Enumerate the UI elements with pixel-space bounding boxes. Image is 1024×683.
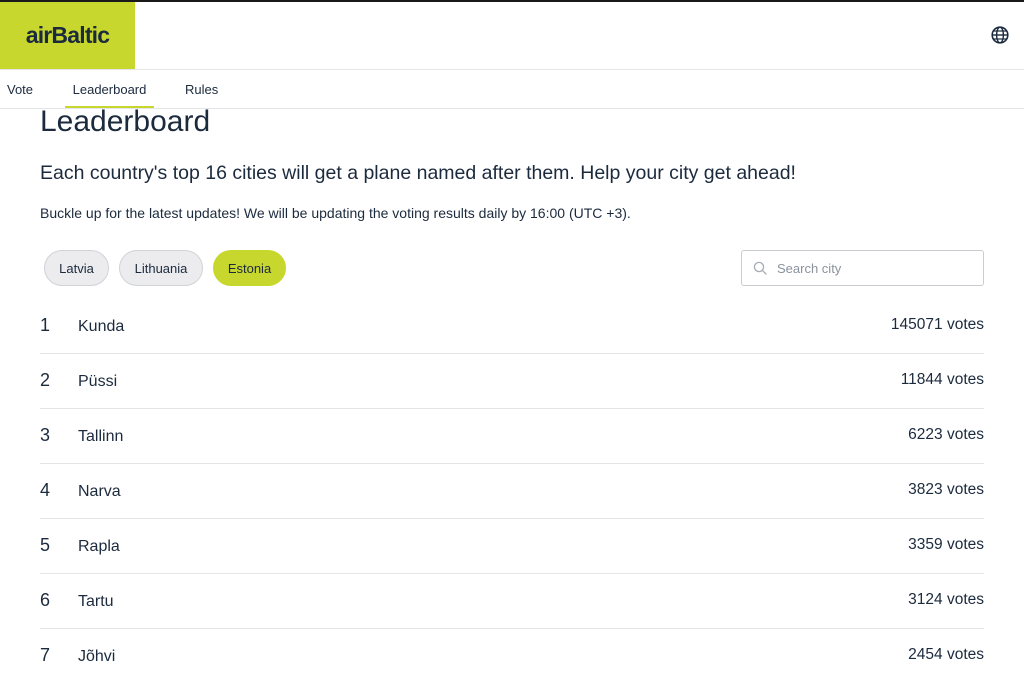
tab-vote[interactable]: Vote xyxy=(7,70,33,108)
rank-number: 3 xyxy=(40,425,51,445)
leaderboard-row: 3 Tallinn 6223 votes xyxy=(40,409,984,464)
rank-number: 5 xyxy=(40,535,51,555)
country-chip-estonia[interactable]: Estonia xyxy=(213,250,286,286)
tab-rules[interactable]: Rules xyxy=(185,70,218,108)
search-box[interactable] xyxy=(741,250,984,286)
leaderboard-row: 6 Tartu 3124 votes xyxy=(40,574,984,629)
vote-count: 2454 votes xyxy=(908,646,984,663)
rank-number: 7 xyxy=(40,645,51,665)
leaderboard-row: 7 Jõhvi 2454 votes xyxy=(40,629,984,683)
site-header: airBaltic xyxy=(0,2,1024,70)
city-name: Tallinn xyxy=(78,428,124,445)
rank-number: 1 xyxy=(40,315,51,335)
rank-number: 2 xyxy=(40,370,51,390)
leaderboard-row: 4 Narva 3823 votes xyxy=(40,464,984,519)
vote-count: 11844 votes xyxy=(900,371,984,388)
vote-count: 145071 votes xyxy=(890,316,984,333)
city-name: Tartu xyxy=(78,593,114,610)
search-icon xyxy=(753,261,767,275)
leaderboard-row: 2 Püssi 11844 votes xyxy=(40,354,984,409)
city-name: Rapla xyxy=(78,538,120,555)
search-input[interactable] xyxy=(777,260,967,276)
update-notice: Buckle up for the latest updates! We wil… xyxy=(40,205,631,221)
rank-number: 4 xyxy=(40,480,51,500)
city-name: Narva xyxy=(78,483,121,500)
leaderboard-row: 5 Rapla 3359 votes xyxy=(40,519,984,574)
rank-number: 6 xyxy=(40,590,51,610)
leaderboard-list: 1 Kunda 145071 votes 2 Püssi 11844 votes… xyxy=(40,299,984,683)
tab-leaderboard[interactable]: Leaderboard xyxy=(65,70,154,108)
country-chip-lithuania[interactable]: Lithuania xyxy=(119,250,203,286)
vote-count: 3359 votes xyxy=(908,536,984,553)
country-chip-latvia[interactable]: Latvia xyxy=(44,250,109,286)
airbaltic-logo[interactable]: airBaltic xyxy=(0,2,135,69)
globe-icon[interactable] xyxy=(991,26,1009,44)
page-subtitle: Each country's top 16 cities will get a … xyxy=(40,162,796,184)
vote-count: 3823 votes xyxy=(908,481,984,498)
logo-text: airBaltic xyxy=(25,22,110,48)
vote-count: 6223 votes xyxy=(908,426,984,443)
city-name: Jõhvi xyxy=(78,648,116,665)
city-name: Kunda xyxy=(78,318,125,335)
city-name: Püssi xyxy=(78,373,118,390)
leaderboard-row: 1 Kunda 145071 votes xyxy=(40,299,984,354)
vote-count: 3124 votes xyxy=(908,591,984,608)
page-title: Leaderboard xyxy=(40,105,211,138)
